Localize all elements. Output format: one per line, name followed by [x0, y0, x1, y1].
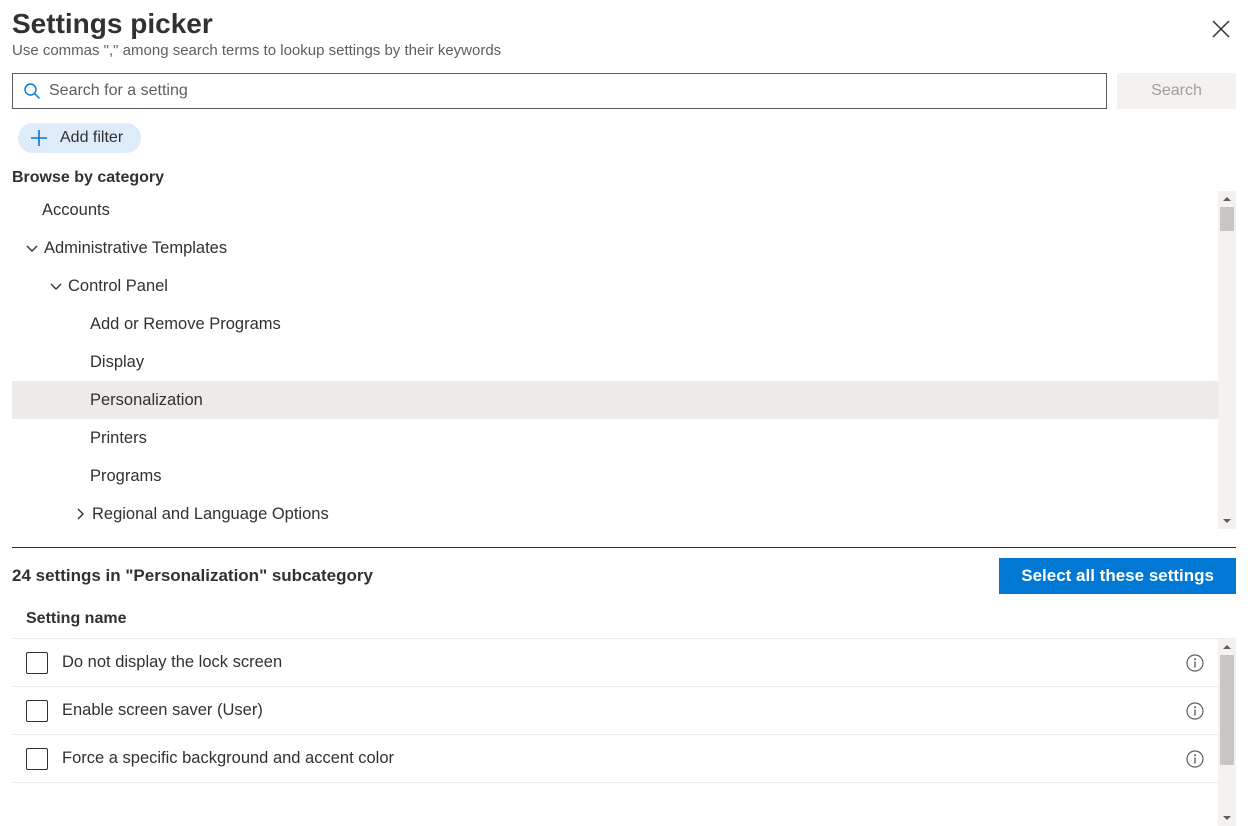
tree-item[interactable]: Regional and Language Options — [12, 495, 1218, 529]
search-box[interactable] — [12, 73, 1107, 109]
tree-item-label: Add or Remove Programs — [90, 315, 281, 334]
search-icon — [23, 82, 41, 100]
setting-checkbox[interactable] — [26, 748, 48, 770]
page-subtitle: Use commas "," among search terms to loo… — [12, 42, 501, 59]
tree-item-label: Programs — [90, 467, 162, 486]
tree-scrollbar[interactable] — [1218, 191, 1236, 529]
add-filter-button[interactable]: Add filter — [18, 123, 141, 153]
search-button[interactable]: Search — [1117, 73, 1236, 109]
setting-row[interactable]: Do not display the lock screen — [12, 639, 1218, 687]
setting-label: Enable screen saver (User) — [62, 701, 1186, 720]
tree-item[interactable]: Control Panel — [12, 267, 1218, 305]
page-title: Settings picker — [12, 8, 501, 40]
add-filter-label: Add filter — [60, 129, 123, 147]
tree-item[interactable]: Personalization — [12, 381, 1218, 419]
category-tree: Accounts Administrative Templates Control … — [12, 191, 1218, 529]
settings-list: Do not display the lock screen Enable scr… — [12, 639, 1218, 826]
tree-item[interactable]: Add or Remove Programs — [12, 305, 1218, 343]
setting-row[interactable]: Force a specific background and accent c… — [12, 735, 1218, 783]
setting-checkbox[interactable] — [26, 652, 48, 674]
setting-checkbox[interactable] — [26, 700, 48, 722]
info-icon[interactable] — [1186, 702, 1204, 720]
tree-item-label: Personalization — [90, 391, 203, 410]
tree-item[interactable]: Administrative Templates — [12, 229, 1218, 267]
browse-by-category-label: Browse by category — [12, 169, 1236, 187]
setting-row[interactable]: Enable screen saver (User) — [12, 687, 1218, 735]
setting-label: Do not display the lock screen — [62, 653, 1186, 672]
column-header-setting-name[interactable]: Setting name — [12, 602, 1236, 638]
scroll-thumb[interactable] — [1220, 655, 1234, 765]
chevron-down-icon[interactable] — [20, 241, 44, 255]
results-count-label: 24 settings in "Personalization" subcate… — [12, 566, 373, 586]
tree-item[interactable]: Display — [12, 343, 1218, 381]
plus-icon — [30, 129, 48, 147]
chevron-down-icon[interactable] — [44, 279, 68, 293]
close-button[interactable] — [1206, 14, 1236, 44]
scroll-down-icon[interactable] — [1218, 513, 1236, 529]
settings-scrollbar[interactable] — [1218, 639, 1236, 826]
section-divider — [12, 547, 1236, 548]
tree-item-label: Printers — [90, 429, 147, 448]
info-icon[interactable] — [1186, 750, 1204, 768]
scroll-thumb[interactable] — [1220, 207, 1234, 231]
setting-label: Force a specific background and accent c… — [62, 749, 1186, 768]
tree-item-label: Regional and Language Options — [92, 505, 329, 524]
chevron-right-icon[interactable] — [68, 507, 92, 521]
scroll-up-icon[interactable] — [1218, 639, 1236, 655]
select-all-button[interactable]: Select all these settings — [999, 558, 1236, 594]
tree-item-label: Administrative Templates — [44, 239, 227, 258]
scroll-up-icon[interactable] — [1218, 191, 1236, 207]
close-icon — [1212, 20, 1230, 38]
tree-item[interactable]: Printers — [12, 419, 1218, 457]
search-input[interactable] — [41, 81, 1096, 101]
tree-item-label: Display — [90, 353, 144, 372]
tree-item-label: Accounts — [42, 201, 110, 220]
tree-item[interactable]: Accounts — [12, 191, 1218, 229]
scroll-down-icon[interactable] — [1218, 810, 1236, 826]
tree-item[interactable]: Programs — [12, 457, 1218, 495]
info-icon[interactable] — [1186, 654, 1204, 672]
tree-item-label: Control Panel — [68, 277, 168, 296]
